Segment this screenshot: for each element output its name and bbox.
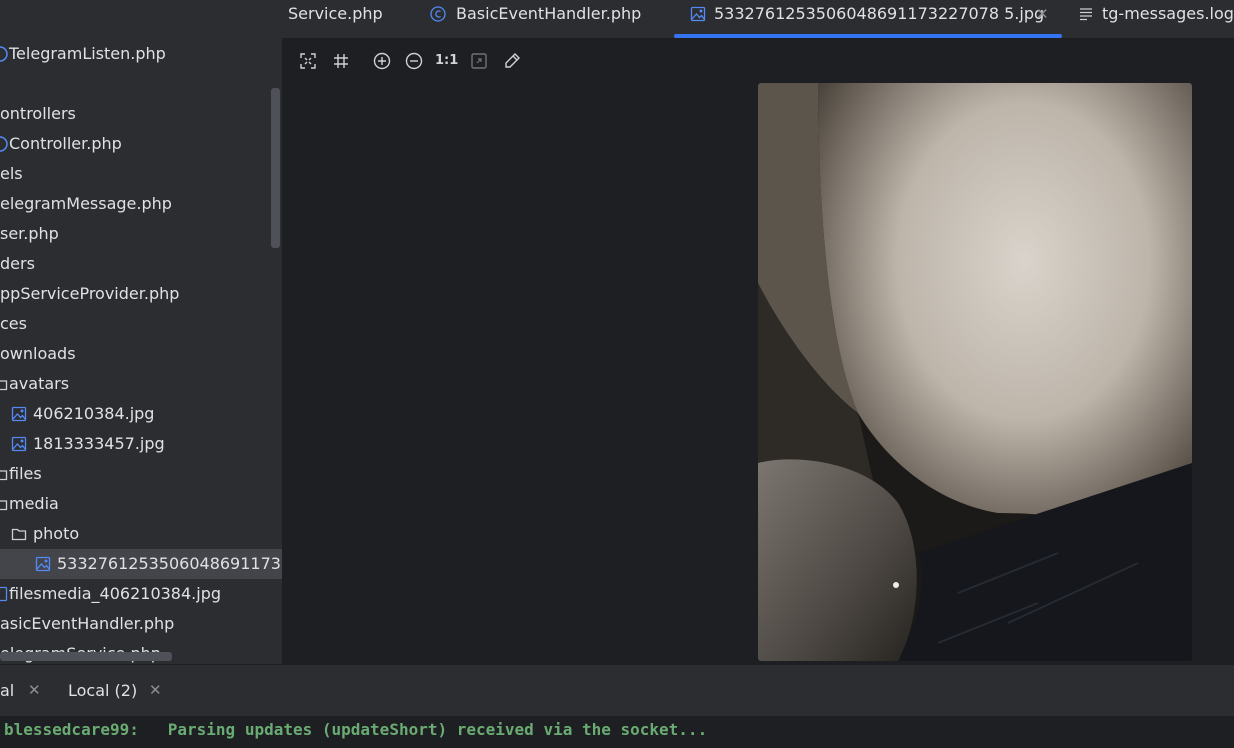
- tree-item-controller[interactable]: Controller.php: [0, 129, 282, 159]
- close-icon[interactable]: ✕: [1036, 0, 1049, 28]
- tree-item-label: 1813333457.jpg: [33, 434, 165, 453]
- image-viewer: 1:1: [282, 38, 1234, 664]
- terminal-output-line: blessedcare99: Parsing updates (updateSh…: [4, 720, 708, 739]
- terminal-tab-local[interactable]: al: [0, 681, 14, 700]
- tree-item-label: Controller.php: [9, 134, 122, 153]
- tree-item-label: filesmedia_406210384.jpg: [9, 584, 221, 603]
- php-class-icon: [0, 46, 8, 62]
- tab-photo-jpg[interactable]: 5332761253506048691173227078 5.jpg ✕: [674, 0, 1062, 38]
- grid-icon[interactable]: [330, 50, 352, 72]
- editor-tab-bar: Service.php BasicEventHandler.php 533276…: [282, 0, 1234, 39]
- tree-item-label: ser.php: [0, 224, 59, 243]
- tree-item-user[interactable]: ser.php: [0, 219, 282, 249]
- image-file-icon: [11, 406, 27, 422]
- image-file-icon: [35, 556, 51, 572]
- tree-item-label: asicEventHandler.php: [0, 614, 175, 633]
- log-file-icon: [1080, 8, 1092, 21]
- tree-item-appserviceprovider[interactable]: ppServiceProvider.php: [0, 279, 282, 309]
- tree-item-services[interactable]: ces: [0, 309, 282, 339]
- tab-tg-messages-log[interactable]: tg-messages.log: [1078, 0, 1234, 38]
- tree-item-telegrammessage[interactable]: elegramMessage.php: [0, 189, 282, 219]
- fit-zoom-icon[interactable]: [468, 50, 490, 72]
- tree-item-label: ownloads: [0, 344, 76, 363]
- tree-item-downloads[interactable]: ownloads: [0, 339, 282, 369]
- php-class-icon: [0, 136, 8, 152]
- image-toolbar: 1:1: [282, 38, 1234, 82]
- tab-label: BasicEventHandler.php: [456, 4, 642, 23]
- folder-icon: [11, 528, 27, 541]
- tree-item-avatars[interactable]: avatars: [0, 369, 282, 399]
- zoom-out-icon[interactable]: [403, 50, 425, 72]
- tree-item-filesmedia[interactable]: filesmedia_406210384.jpg: [0, 579, 282, 609]
- tree-item-label: ontrollers: [0, 104, 76, 123]
- image-file-icon: [11, 436, 27, 452]
- tab-label: Service.php: [288, 4, 383, 23]
- tree-item-files[interactable]: files: [0, 459, 282, 489]
- fit-to-window-icon[interactable]: [297, 50, 319, 72]
- tree-item-basiceventhandler[interactable]: asicEventHandler.php: [0, 609, 282, 639]
- tree-item-label: files: [9, 464, 42, 483]
- terminal-output[interactable]: blessedcare99: Parsing updates (updateSh…: [0, 716, 1234, 748]
- tree-item-label: ders: [0, 254, 35, 273]
- tree-item-telegramlisten[interactable]: TelegramListen.php: [0, 39, 282, 69]
- color-picker-icon[interactable]: [501, 50, 523, 72]
- tree-item-controllers[interactable]: ontrollers: [0, 99, 282, 129]
- tree-item-label: 406210384.jpg: [33, 404, 155, 423]
- folder-icon: [0, 380, 8, 391]
- tree-item-label: TelegramListen.php: [9, 44, 166, 63]
- tree-item-label: elegramMessage.php: [0, 194, 172, 213]
- image-file-icon: [690, 6, 706, 22]
- close-icon[interactable]: ✕: [149, 681, 162, 699]
- tree-item-image-1813333457[interactable]: 1813333457.jpg: [0, 429, 282, 459]
- tree-item-photo[interactable]: photo: [0, 519, 282, 549]
- tree-item-label: ppServiceProvider.php: [0, 284, 180, 303]
- folder-icon: [0, 470, 8, 481]
- tab-service[interactable]: Service.php: [288, 0, 408, 38]
- tree-item-label: photo: [33, 524, 80, 543]
- tree-item-label: media: [9, 494, 59, 513]
- image-file-icon: [0, 586, 8, 602]
- photo-preview: [758, 83, 1192, 661]
- tree-item-image-406210384[interactable]: 406210384.jpg: [0, 399, 282, 429]
- tab-label: 5332761253506048691173227078 5.jpg: [714, 4, 1045, 23]
- vertical-scrollbar[interactable]: [271, 88, 280, 248]
- horizontal-scrollbar[interactable]: [0, 652, 172, 661]
- tree-item-label: avatars: [9, 374, 70, 393]
- tree-item-models[interactable]: els: [0, 159, 282, 189]
- tree-item-media[interactable]: media: [0, 489, 282, 519]
- terminal-tab-bar: al ✕ Local (2) ✕: [0, 664, 1234, 717]
- actual-size-button[interactable]: 1:1: [435, 50, 458, 72]
- terminal-tab-local-2[interactable]: Local (2): [68, 681, 137, 700]
- tree-item-label: 533276125350604869117322: [57, 554, 282, 573]
- tab-label: tg-messages.log: [1102, 4, 1234, 23]
- tree-item-selected-photo-file[interactable]: 533276125350604869117322: [0, 549, 282, 579]
- folder-icon: [0, 500, 8, 511]
- project-tree[interactable]: TelegramListen.php ontrollers Controller…: [0, 0, 282, 664]
- tree-item-label: els: [0, 164, 23, 183]
- php-class-icon: [430, 6, 446, 22]
- tree-item-providers[interactable]: ders: [0, 249, 282, 279]
- zoom-in-icon[interactable]: [371, 50, 393, 72]
- tree-item-label: ces: [0, 314, 27, 333]
- close-icon[interactable]: ✕: [28, 681, 41, 699]
- tab-basiceventhandler[interactable]: BasicEventHandler.php: [430, 0, 670, 38]
